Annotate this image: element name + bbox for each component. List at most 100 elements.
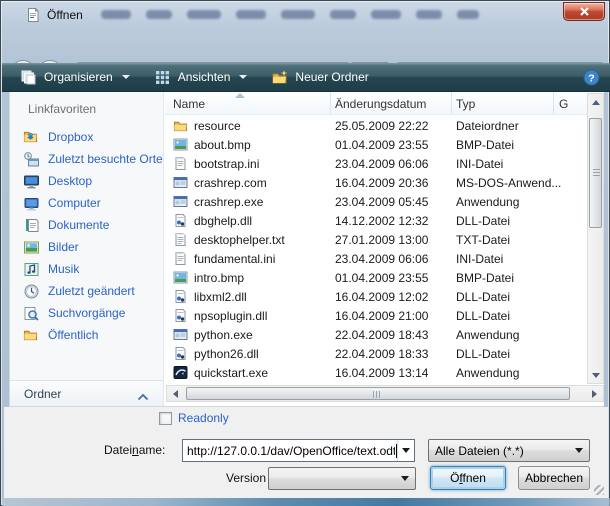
file-type: BMP-Datei xyxy=(456,271,514,285)
filename-dropdown-button[interactable] xyxy=(397,440,414,461)
file-name: python26.dll xyxy=(194,347,259,361)
sidebar-item-icon xyxy=(23,129,40,146)
navigation-bar: « OpenOffice.org 3 program xyxy=(1,29,609,63)
sidebar-item-icon xyxy=(23,217,40,234)
sidebar-item-icon xyxy=(23,195,40,212)
file-date: 16.04.2009 20:36 xyxy=(335,176,428,190)
file-row[interactable]: fundamental.ini 23.04.2009 06:06 INI-Dat… xyxy=(165,249,586,268)
sidebar-item-icon xyxy=(23,173,40,190)
column-name[interactable]: Name xyxy=(173,97,205,111)
file-type-icon xyxy=(173,156,188,171)
file-type-icon xyxy=(173,175,188,190)
sidebar-item[interactable]: Zuletzt geändert xyxy=(10,280,163,302)
sidebar-item-label: Zuletzt besuchte Orte xyxy=(48,152,163,166)
organize-button[interactable]: Organisieren xyxy=(12,66,138,89)
file-type-icon xyxy=(173,308,188,323)
file-date: 14.12.2002 12:32 xyxy=(335,214,428,228)
views-icon xyxy=(154,69,171,86)
scroll-up-icon[interactable] xyxy=(592,100,600,105)
file-name: dbghelp.dll xyxy=(194,214,252,228)
open-button[interactable]: Öffnen xyxy=(430,466,506,490)
file-date: 25.05.2009 22:22 xyxy=(335,119,428,133)
chevron-down-icon xyxy=(122,75,130,79)
title-bar[interactable]: Öffnen xyxy=(1,1,609,29)
version-label: Version xyxy=(226,471,266,485)
sidebar-item[interactable]: Suchvorgänge xyxy=(10,302,163,324)
command-toolbar: Organisieren Ansichten Neuer Ordner ? xyxy=(2,63,610,92)
file-row[interactable]: crashrep.exe 23.04.2009 05:45 Anwendung xyxy=(165,192,586,211)
file-row[interactable]: libxml2.dll 16.04.2009 12:02 DLL-Datei xyxy=(165,287,586,306)
vertical-scrollbar[interactable] xyxy=(587,93,604,384)
file-date: 01.04.2009 23:55 xyxy=(335,271,428,285)
sidebar-item-label: Computer xyxy=(48,196,101,210)
file-row[interactable]: resource 25.05.2009 22:22 Dateiordner xyxy=(165,116,586,135)
file-row[interactable]: intro.bmp 01.04.2009 23:55 BMP-Datei xyxy=(165,268,586,287)
new-folder-button[interactable]: Neuer Ordner xyxy=(263,66,376,89)
file-type: BMP-Datei xyxy=(456,138,514,152)
file-date: 23.04.2009 06:06 xyxy=(335,252,428,266)
filetype-value: Alle Dateien (*.*) xyxy=(435,444,524,458)
file-date: 23.04.2009 06:06 xyxy=(335,157,428,171)
file-name: crashrep.com xyxy=(194,176,267,190)
sidebar-item-icon xyxy=(23,305,40,322)
column-size[interactable]: G xyxy=(559,97,568,111)
file-row[interactable]: crashrep.com 16.04.2009 20:36 MS-DOS-Anw… xyxy=(165,173,586,192)
scroll-left-icon[interactable] xyxy=(173,390,178,398)
sidebar-item[interactable]: Zuletzt besuchte Orte xyxy=(10,148,163,170)
version-select[interactable] xyxy=(268,467,416,490)
readonly-checkbox[interactable] xyxy=(159,412,172,425)
file-row[interactable]: npsoplugin.dll 16.04.2009 21:00 DLL-Date… xyxy=(165,306,586,325)
views-button[interactable]: Ansichten xyxy=(146,66,256,89)
close-button[interactable] xyxy=(563,2,605,21)
file-name: desktophelper.txt xyxy=(194,233,285,247)
file-row[interactable]: bootstrap.ini 23.04.2009 06:06 INI-Datei xyxy=(165,154,586,173)
file-row[interactable]: python.exe 22.04.2009 18:43 Anwendung xyxy=(165,325,586,344)
sidebar-item[interactable]: Computer xyxy=(10,192,163,214)
horizontal-scroll-thumb[interactable] xyxy=(186,387,570,400)
file-name: resource xyxy=(194,119,241,133)
sidebar-item[interactable]: Öffentlich xyxy=(10,324,163,346)
sidebar-item-icon xyxy=(23,239,40,256)
file-name: python.exe xyxy=(194,328,253,342)
file-date: 22.04.2009 18:43 xyxy=(335,328,428,342)
file-row[interactable]: desktophelper.txt 27.01.2009 13:00 TXT-D… xyxy=(165,230,586,249)
column-date[interactable]: Änderungsdatum xyxy=(335,97,426,111)
file-type: INI-Datei xyxy=(456,157,503,171)
scroll-right-icon[interactable] xyxy=(592,390,597,398)
file-row[interactable]: about.bmp 01.04.2009 23:55 BMP-Datei xyxy=(165,135,586,154)
sidebar-item[interactable]: Bilder xyxy=(10,236,163,258)
sidebar-item[interactable]: Dropbox xyxy=(10,126,163,148)
scroll-down-icon[interactable] xyxy=(592,373,600,378)
sidebar-item-label: Bilder xyxy=(48,240,79,254)
file-name: crashrep.exe xyxy=(194,195,263,209)
file-date: 01.04.2009 23:55 xyxy=(335,138,428,152)
resize-grip[interactable] xyxy=(594,485,604,495)
sidebar-item-label: Dokumente xyxy=(48,218,109,232)
file-name: fundamental.ini xyxy=(194,252,275,266)
vertical-scroll-thumb[interactable] xyxy=(589,118,602,228)
help-button[interactable]: ? xyxy=(583,69,600,86)
sidebar-item[interactable]: Musik xyxy=(10,258,163,280)
folders-expander[interactable]: Ordner xyxy=(10,380,163,406)
file-date: 27.01.2009 13:00 xyxy=(335,233,428,247)
file-row[interactable]: quickstart.exe 16.04.2009 13:14 Anwendun… xyxy=(165,363,586,382)
list-header: Name Änderungsdatum Typ G xyxy=(165,92,604,115)
blurred-background-menu xyxy=(101,10,479,19)
filetype-select[interactable]: Alle Dateien (*.*) xyxy=(428,439,590,462)
file-name: bootstrap.ini xyxy=(194,157,259,171)
file-type: DLL-Datei xyxy=(456,347,510,361)
horizontal-scrollbar[interactable] xyxy=(166,385,604,402)
sidebar-item[interactable]: Dokumente xyxy=(10,214,163,236)
file-date: 22.04.2009 18:33 xyxy=(335,347,428,361)
sidebar-item[interactable]: Desktop xyxy=(10,170,163,192)
sidebar-item-label: Öffentlich xyxy=(48,328,98,342)
sidebar-item-label: Musik xyxy=(48,262,79,276)
new-folder-icon xyxy=(271,69,288,86)
filename-input[interactable]: http://127.0.0.1/dav/OpenOffice/text.odt xyxy=(182,439,415,462)
sidebar-item-label: Desktop xyxy=(48,174,92,188)
file-row[interactable]: dbghelp.dll 14.12.2002 12:32 DLL-Datei xyxy=(165,211,586,230)
close-icon xyxy=(579,6,590,17)
column-type[interactable]: Typ xyxy=(456,97,475,111)
cancel-button[interactable]: Abbrechen xyxy=(518,466,590,490)
file-row[interactable]: python26.dll 22.04.2009 18:33 DLL-Datei xyxy=(165,344,586,363)
